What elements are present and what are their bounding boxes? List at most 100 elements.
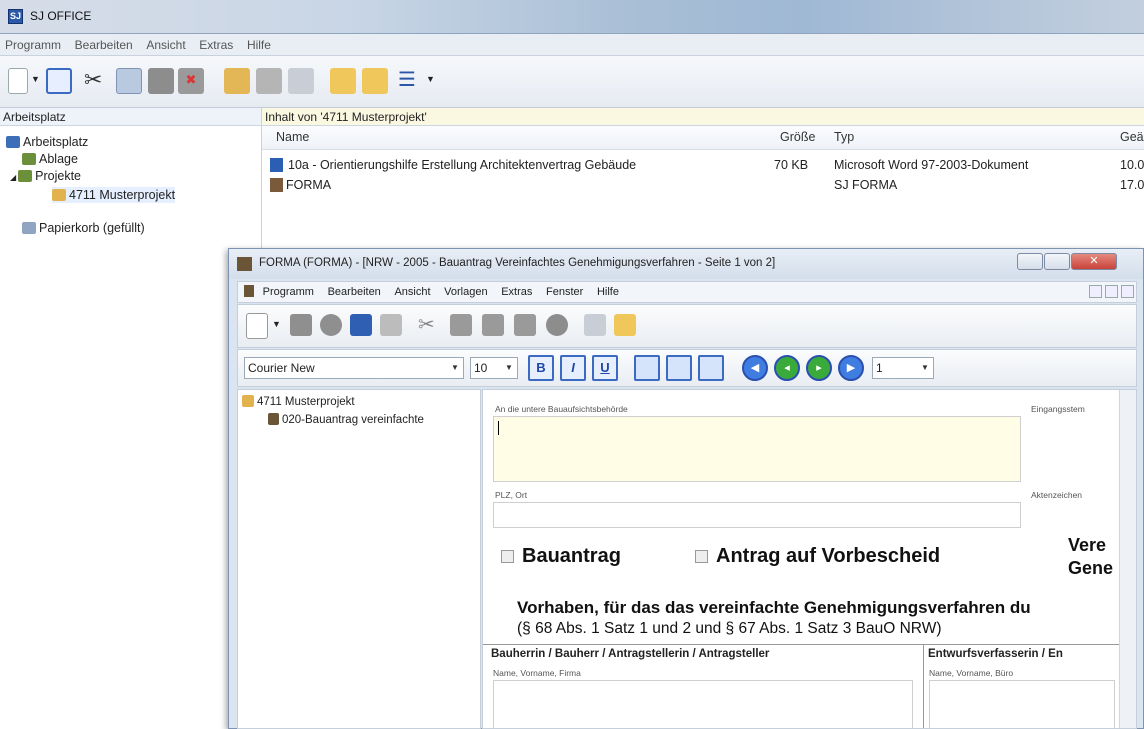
- tree-item-bauantrag[interactable]: 020-Bauantrag vereinfachte: [268, 412, 424, 428]
- tree-item-musterprojekt[interactable]: 4711 Musterprojekt: [242, 394, 355, 410]
- cut-icon[interactable]: ✂: [84, 68, 110, 94]
- folder-icon[interactable]: [614, 314, 636, 336]
- record-icon[interactable]: [546, 314, 568, 336]
- menu-fenster[interactable]: Fenster: [541, 282, 588, 302]
- entwurf-name-input[interactable]: [929, 680, 1115, 728]
- word-file-icon: [270, 158, 283, 172]
- behoerde-input[interactable]: [493, 416, 1021, 482]
- paragraph-reference: (§ 68 Abs. 1 Satz 1 und 2 und § 67 Abs. …: [517, 620, 942, 637]
- doc-minimize-button[interactable]: [1089, 285, 1102, 298]
- tree-item-musterprojekt[interactable]: 4711 Musterprojekt: [52, 187, 176, 203]
- forma-toolbar: ▼ ✂: [237, 304, 1137, 348]
- checkbox-icon[interactable]: [501, 550, 514, 563]
- menu-hilfe[interactable]: Hilfe: [592, 282, 624, 302]
- label-aktenzeichen: Aktenzeichen: [1031, 490, 1083, 500]
- paste-icon[interactable]: [148, 68, 174, 94]
- menu-bearbeiten[interactable]: Bearbeiten: [70, 34, 138, 56]
- table-layout-icon[interactable]: [634, 355, 660, 381]
- minimize-button[interactable]: [1017, 253, 1043, 270]
- doc-restore-button[interactable]: [1105, 285, 1118, 298]
- close-button[interactable]: ✕: [1071, 253, 1117, 270]
- bauherr-name-input[interactable]: [493, 680, 913, 728]
- tree-item-papierkorb[interactable]: Papierkorb (gefüllt): [22, 220, 145, 236]
- forma-file-icon: [270, 178, 283, 192]
- cut-icon[interactable]: ✂: [418, 313, 444, 339]
- divider: [923, 644, 924, 728]
- paste-icon[interactable]: [482, 314, 504, 336]
- form-title-2: Gene: [1068, 558, 1114, 578]
- file-row[interactable]: FORMA SJ FORMA 17.0: [262, 176, 1144, 196]
- divider: [483, 644, 1136, 645]
- archive-icon: [22, 153, 36, 165]
- doc-close-button[interactable]: [1121, 285, 1134, 298]
- tree-item-arbeitsplatz[interactable]: Arbeitsplatz: [6, 134, 88, 150]
- tree-view-icon[interactable]: ☰: [398, 68, 424, 94]
- menu-ansicht[interactable]: Ansicht: [389, 282, 435, 302]
- new-icon[interactable]: [246, 313, 268, 339]
- menu-programm[interactable]: Programm: [258, 282, 319, 302]
- properties-icon[interactable]: [584, 314, 606, 336]
- open-folder-icon[interactable]: [330, 68, 356, 94]
- menu-vorlagen[interactable]: Vorlagen: [439, 282, 492, 302]
- page-select[interactable]: 1 ▼: [872, 357, 934, 379]
- expand-icon[interactable]: ◢: [10, 173, 16, 182]
- checkbox-vorbescheid[interactable]: Antrag auf Vorbescheid: [695, 545, 940, 568]
- col-type[interactable]: Typ: [834, 130, 854, 144]
- italic-button[interactable]: I: [560, 355, 586, 381]
- copy-icon[interactable]: [450, 314, 472, 336]
- col-size[interactable]: Größe: [780, 130, 815, 144]
- chevron-down-icon[interactable]: ▼: [272, 319, 281, 329]
- properties-icon[interactable]: [288, 68, 314, 94]
- prev-page-icon[interactable]: ◂: [774, 355, 800, 381]
- folder-up-icon[interactable]: [362, 68, 388, 94]
- print-icon[interactable]: [380, 314, 402, 336]
- label-name-buero: Name, Vorname, Büro: [929, 668, 1014, 678]
- columns-layout-icon[interactable]: [698, 355, 724, 381]
- next-page-icon[interactable]: ▸: [806, 355, 832, 381]
- col-name[interactable]: Name: [276, 130, 309, 144]
- new-document-icon[interactable]: [8, 68, 28, 94]
- col-bauherr: Bauherrin / Bauherr / Antragstellerin / …: [491, 648, 770, 660]
- col-entwurfsverfasser: Entwurfsverfasserin / En: [928, 648, 1063, 660]
- tree-item-projekte[interactable]: ◢ Projekte: [10, 168, 81, 186]
- chevron-down-icon[interactable]: ▼: [31, 74, 40, 84]
- import-icon[interactable]: [224, 68, 250, 94]
- file-row[interactable]: 10a - Orientierungshilfe Erstellung Arch…: [262, 156, 1144, 176]
- maximize-button[interactable]: [1044, 253, 1070, 270]
- text-frame-icon[interactable]: [46, 68, 72, 94]
- last-page-icon[interactable]: ▶: [838, 355, 864, 381]
- menu-bearbeiten[interactable]: Bearbeiten: [323, 282, 386, 302]
- checkbox-bauantrag[interactable]: Bauantrag: [501, 545, 621, 568]
- copy-icon[interactable]: [116, 68, 142, 94]
- menu-extras[interactable]: Extras: [496, 282, 537, 302]
- forma-tree: 4711 Musterprojekt 020-Bauantrag vereinf…: [237, 389, 481, 729]
- checkbox-icon[interactable]: [695, 550, 708, 563]
- font-size-select[interactable]: 10 ▼: [470, 357, 518, 379]
- rows-layout-icon[interactable]: [666, 355, 692, 381]
- format-toolbar: Courier New ▼ 10 ▼ B I U ◀ ◂ ▸ ▶ 1 ▼: [237, 349, 1137, 387]
- col-date[interactable]: Geä: [1120, 130, 1144, 144]
- menu-extras[interactable]: Extras: [194, 34, 238, 56]
- tree-item-ablage[interactable]: Ablage: [22, 151, 78, 167]
- forma-titlebar[interactable]: FORMA (FORMA) - [NRW - 2005 - Bauantrag …: [229, 249, 1143, 279]
- plz-ort-input[interactable]: [493, 502, 1021, 528]
- file-name: FORMA: [286, 178, 332, 192]
- save-icon[interactable]: [350, 314, 372, 336]
- menu-programm[interactable]: Programm: [0, 34, 66, 56]
- comment-icon[interactable]: [320, 314, 342, 336]
- menu-hilfe[interactable]: Hilfe: [242, 34, 276, 56]
- window-titlebar[interactable]: SJ SJ OFFICE: [0, 0, 1144, 34]
- vertical-scrollbar[interactable]: [1119, 390, 1136, 728]
- chevron-down-icon[interactable]: ▼: [426, 74, 435, 84]
- font-family-select[interactable]: Courier New ▼: [244, 357, 464, 379]
- print-icon[interactable]: [256, 68, 282, 94]
- first-page-icon[interactable]: ◀: [742, 355, 768, 381]
- bold-button[interactable]: B: [528, 355, 554, 381]
- underline-button[interactable]: U: [592, 355, 618, 381]
- paste-special-icon[interactable]: [514, 314, 536, 336]
- open-icon[interactable]: [290, 314, 312, 336]
- form-title-1: Vere: [1068, 535, 1107, 555]
- delete-icon[interactable]: ✖: [178, 68, 204, 94]
- menu-ansicht[interactable]: Ansicht: [141, 34, 190, 56]
- file-type: Microsoft Word 97-2003-Dokument: [834, 158, 1029, 172]
